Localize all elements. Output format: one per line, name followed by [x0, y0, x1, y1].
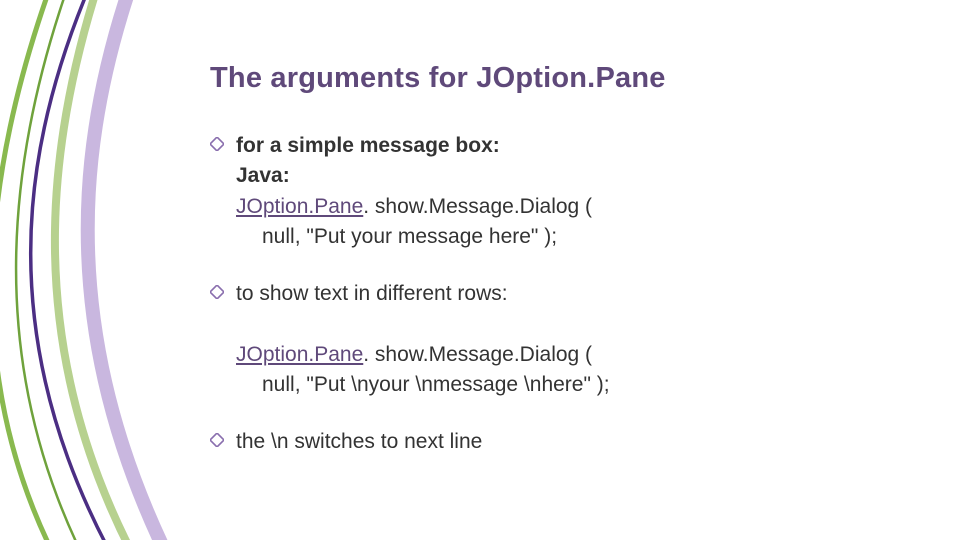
bullet-3: the \n switches to next line	[210, 427, 900, 457]
bullet-1-call: . show.Message.Dialog (	[363, 195, 592, 218]
bullet-2-call: . show.Message.Dialog (	[363, 343, 592, 366]
bullet-1-line2: Java:	[236, 161, 900, 191]
bullet-3-text: the \n switches to next line	[236, 430, 482, 453]
content-area: The arguments for JOption.Pane for a sim…	[210, 62, 900, 483]
bullet-2-text: to show text in different rows:	[236, 282, 508, 305]
class-name-2: JOption.Pane	[236, 343, 363, 366]
bullet-list: for a simple message box: Java: JOption.…	[210, 131, 900, 457]
bullet-1: for a simple message box: Java: JOption.…	[210, 131, 900, 253]
bullet-2-line3: null, "Put \nyour \nmessage \nhere" );	[236, 370, 900, 400]
class-name-1: JOption.Pane	[236, 195, 363, 218]
slide-title: The arguments for JOption.Pane	[210, 62, 900, 95]
slide: The arguments for JOption.Pane for a sim…	[0, 0, 960, 540]
bullet-1-lead: for a simple message box:	[236, 134, 500, 157]
bullet-2-line2: JOption.Pane. show.Message.Dialog (	[236, 340, 900, 370]
bullet-1-line4: null, "Put your message here" );	[236, 222, 900, 252]
bullet-1-line3: JOption.Pane. show.Message.Dialog (	[236, 192, 900, 222]
bullet-2: to show text in different rows: JOption.…	[210, 279, 900, 401]
